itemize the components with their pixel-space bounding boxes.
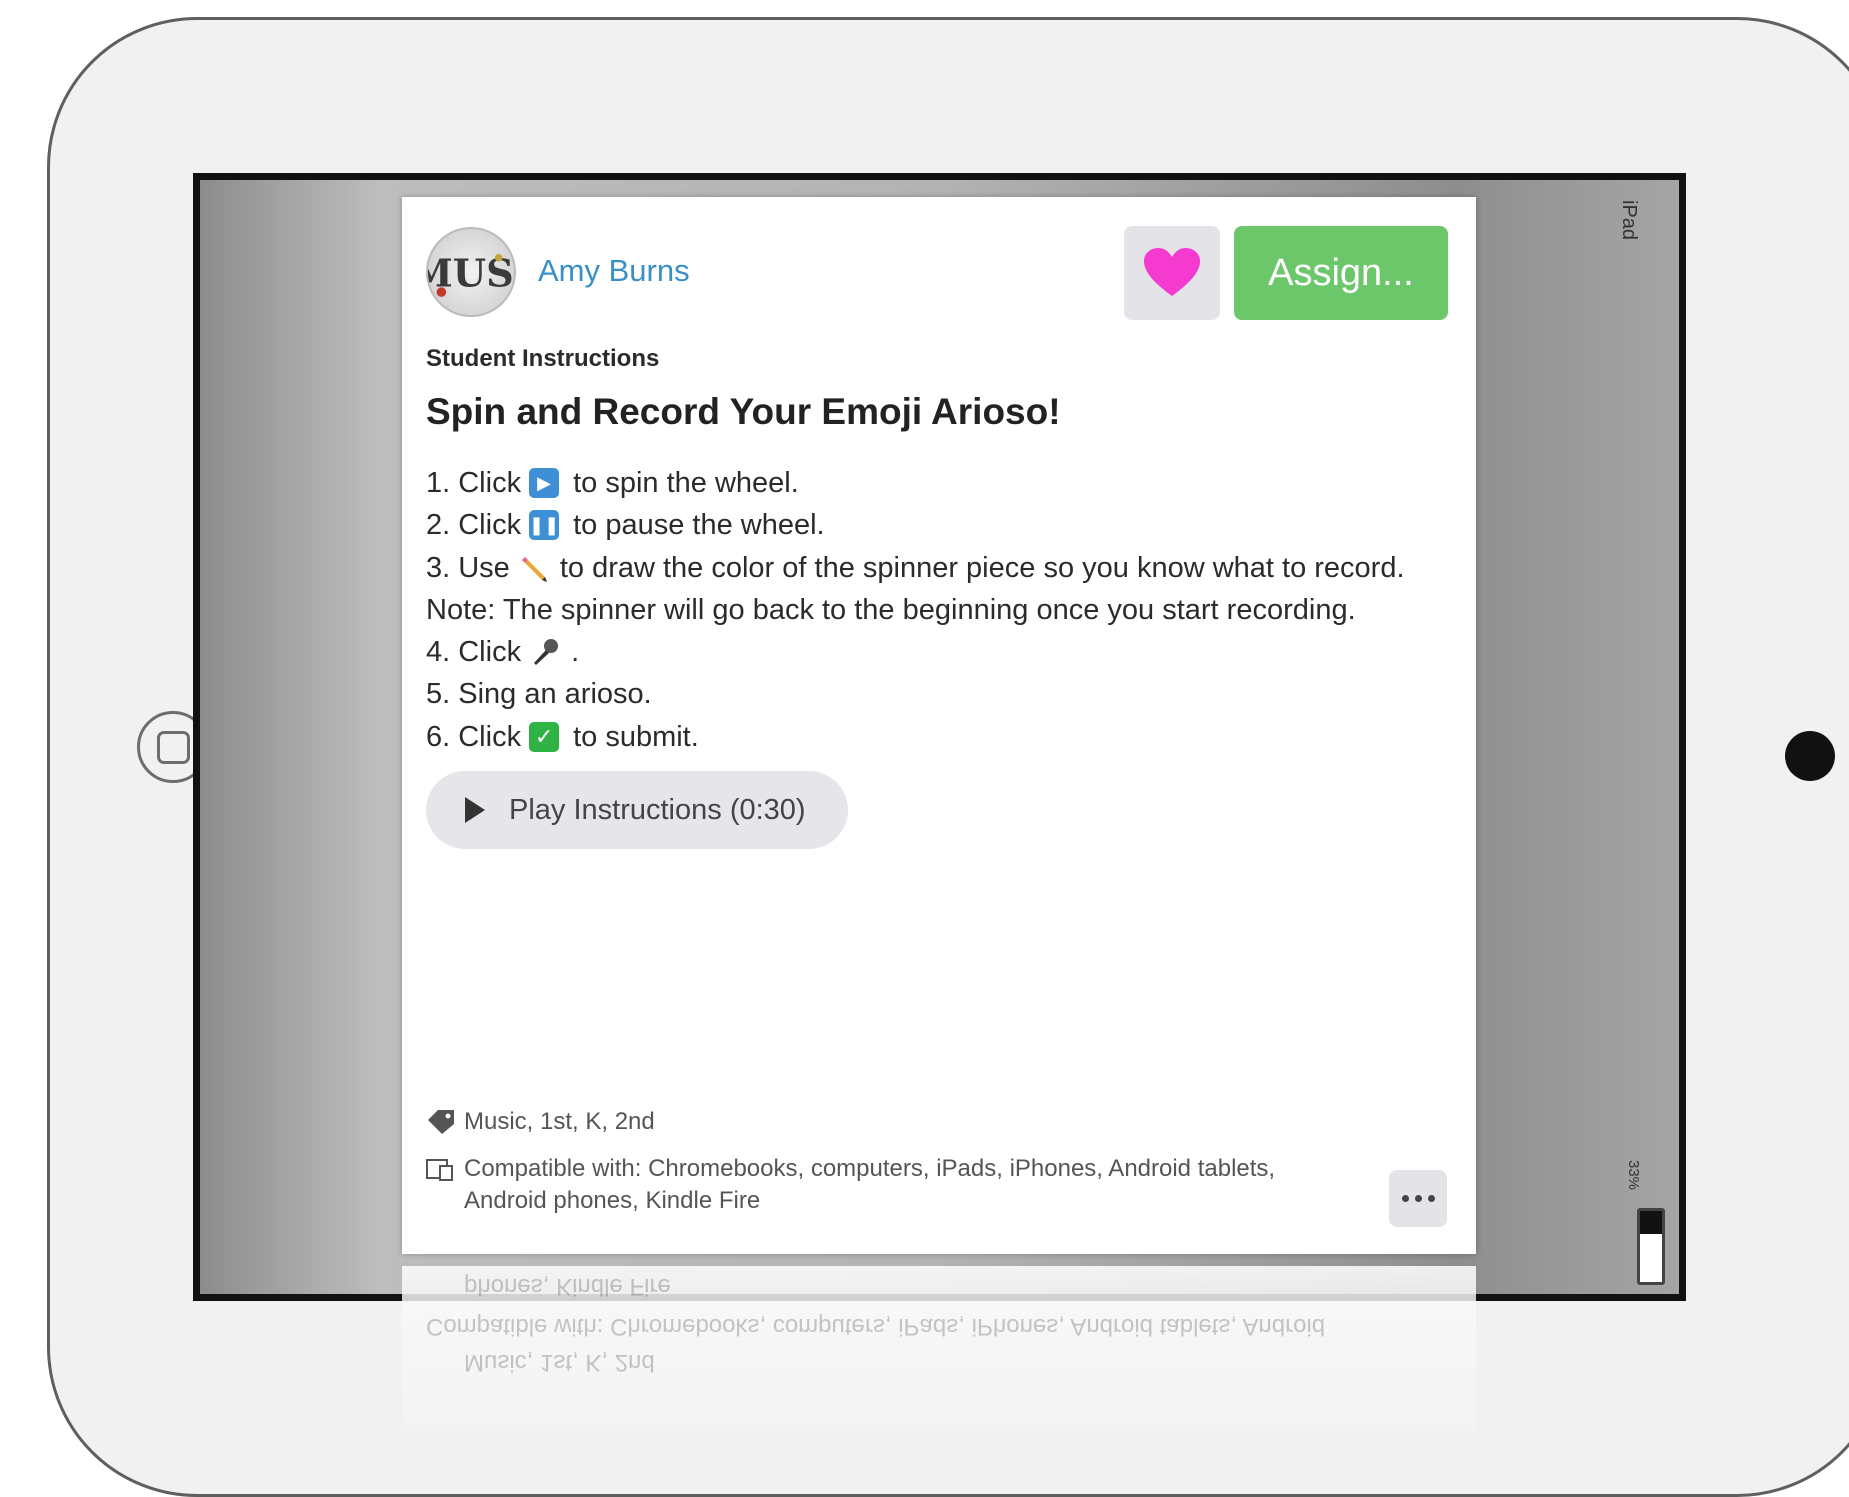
step-text: 2. Click: [426, 509, 522, 542]
dot: [1414, 1195, 1422, 1202]
heart-icon: [1144, 248, 1200, 296]
section-label: Student Instructions: [426, 345, 660, 372]
dot: [1401, 1195, 1409, 1202]
check-mark-emoji-icon: ✓: [529, 721, 560, 752]
step-text: to pause the wheel.: [573, 509, 825, 542]
step-text: to spin the wheel.: [573, 467, 799, 499]
card-reflection: Music, 1st, K, 2nd Compatible with: Chro…: [402, 1266, 1476, 1430]
step-text: 6. Click: [426, 720, 522, 753]
device-label: iPad: [1618, 200, 1640, 241]
assign-button[interactable]: Assign...: [1234, 226, 1448, 320]
tag-icon: [428, 1110, 454, 1134]
step-note: Note: The spinner will go back to the be…: [426, 589, 1466, 631]
reflection-compat-line2: phones, Kindle Fire: [464, 1273, 671, 1300]
step-5: 5. Sing an arioso.: [426, 673, 1466, 715]
step-3: 3. Use to draw the color of the spinner …: [426, 547, 1466, 589]
battery-percent: 33%: [1625, 1160, 1642, 1191]
activity-card: MUSI Amy Burns Assign... Student Instruc…: [402, 197, 1476, 1254]
reflection-compat-line1: Compatible with: Chromebooks, computers,…: [426, 1313, 1326, 1340]
like-button[interactable]: [1124, 226, 1220, 320]
avatar-image: MUSI: [428, 251, 514, 297]
pencil-emoji-icon: [518, 553, 550, 583]
step-text: to draw the color of the spinner piece s…: [559, 551, 1405, 584]
tags-row: Music, 1st, K, 2nd: [426, 1108, 655, 1136]
step-text: 5. Sing an arioso.: [426, 678, 652, 711]
step-2: 2. Click ❚❚ to pause the wheel.: [426, 504, 1466, 546]
step-text: Note: The spinner will go back to the be…: [426, 593, 1356, 626]
pause-button-emoji-icon: ❚❚: [529, 510, 559, 541]
compatibility-text: Compatible with: Chromebooks, computers,…: [464, 1155, 1276, 1214]
step-text: to submit.: [573, 720, 699, 753]
author-avatar[interactable]: MUSI: [426, 227, 516, 317]
dot: [1427, 1195, 1435, 1202]
play-instructions-label: Play Instructions (0:30): [509, 793, 806, 826]
step-6: 6. Click ✓ to submit.: [426, 716, 1466, 758]
reflection-tags: Music, 1st, K, 2nd: [464, 1349, 655, 1376]
play-instructions-button[interactable]: Play Instructions (0:30): [426, 771, 848, 849]
step-text: 4. Click: [426, 636, 522, 669]
microphone-emoji-icon: [529, 637, 561, 667]
step-1: 1. Click ▶ to spin the wheel.: [426, 462, 1466, 504]
battery-level: [1640, 1211, 1662, 1235]
step-text: 1. Click: [426, 467, 522, 499]
camera-icon: [1785, 731, 1835, 781]
author-link[interactable]: Amy Burns: [538, 253, 690, 289]
home-square-icon: [157, 731, 190, 764]
battery-icon: [1637, 1208, 1665, 1285]
reflection-content: Music, 1st, K, 2nd Compatible with: Chro…: [402, 1266, 1476, 1396]
step-4: 4. Click .: [426, 631, 1466, 673]
instruction-steps: 1. Click ▶ to spin the wheel. 2. Click ❚…: [426, 462, 1466, 758]
play-button-emoji-icon: ▶: [529, 468, 560, 499]
activity-title: Spin and Record Your Emoji Arioso!: [426, 391, 1061, 432]
step-text: 3. Use: [426, 551, 510, 584]
devices-icon: [426, 1153, 456, 1217]
tags-text: Music, 1st, K, 2nd: [464, 1108, 655, 1135]
step-text: .: [571, 636, 580, 669]
compatibility-row: Compatible with: Chromebooks, computers,…: [426, 1153, 1356, 1217]
more-options-button[interactable]: [1389, 1170, 1447, 1227]
play-icon: [465, 797, 485, 823]
